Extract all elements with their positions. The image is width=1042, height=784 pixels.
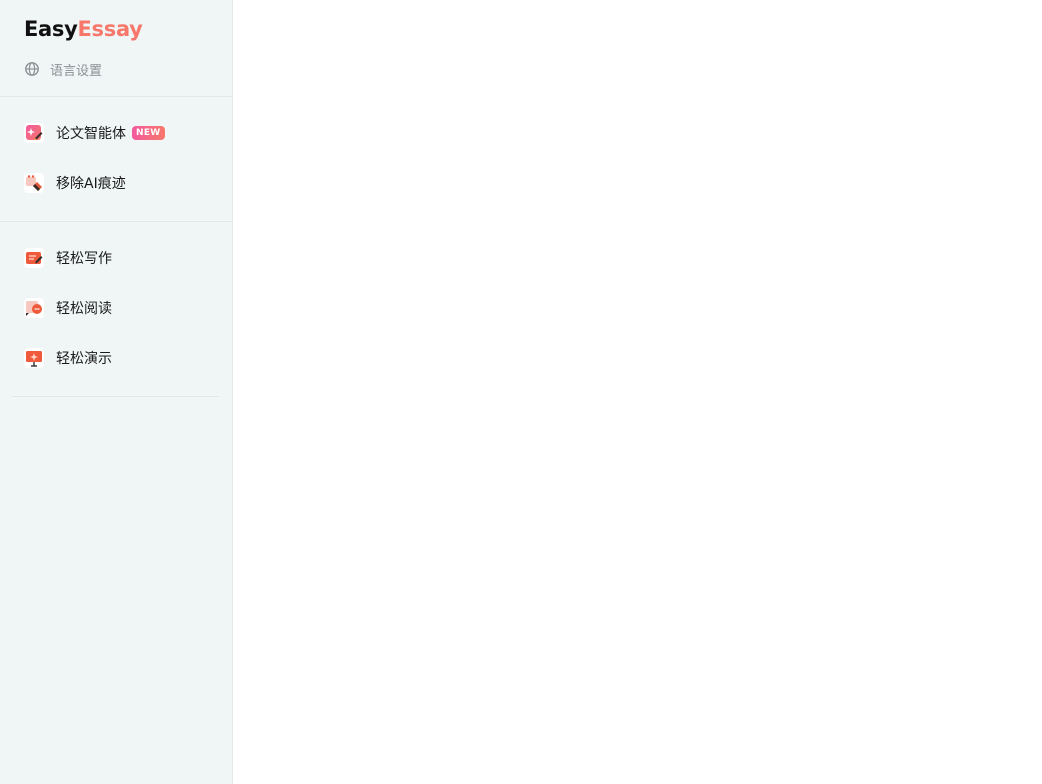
sparkle-pen-icon	[24, 123, 44, 143]
main-content	[233, 0, 1042, 784]
sidebar-item-label: 轻松写作	[56, 251, 112, 267]
eraser-icon	[24, 173, 44, 193]
brand-logo[interactable]: EasyEssay	[24, 14, 143, 44]
reading-chat-icon	[24, 298, 44, 318]
brand-name-part2: Essay	[77, 17, 143, 41]
sidebar-item-label: 轻松阅读	[56, 301, 112, 317]
sidebar-item-essay-agent[interactable]: 论文智能体 NEW	[24, 121, 165, 145]
sidebar-item-label: 轻松演示	[56, 351, 112, 367]
sidebar-divider	[12, 396, 219, 397]
globe-icon	[24, 61, 40, 77]
writing-icon	[24, 248, 44, 268]
sidebar: EasyEssay 语言设置 论文智能体 NEW 移除AI痕迹 轻松写作 轻松阅…	[0, 0, 233, 784]
app-root: EasyEssay 语言设置 论文智能体 NEW 移除AI痕迹 轻松写作 轻松阅…	[0, 0, 1042, 784]
sidebar-divider	[0, 96, 232, 97]
sidebar-item-easy-writing[interactable]: 轻松写作	[24, 246, 112, 270]
language-settings-label: 语言设置	[50, 63, 103, 79]
new-badge: NEW	[132, 126, 165, 140]
brand-name-part1: Easy	[24, 17, 78, 41]
sidebar-divider	[0, 221, 232, 222]
presentation-icon	[24, 348, 44, 368]
sidebar-item-remove-ai-traces[interactable]: 移除AI痕迹	[24, 171, 126, 195]
sidebar-item-label: 论文智能体	[56, 126, 126, 142]
sidebar-item-label: 移除AI痕迹	[56, 176, 126, 192]
sidebar-item-easy-presentation[interactable]: 轻松演示	[24, 346, 112, 370]
sidebar-item-easy-reading[interactable]: 轻松阅读	[24, 296, 112, 320]
language-settings-button[interactable]: 语言设置	[24, 58, 102, 80]
